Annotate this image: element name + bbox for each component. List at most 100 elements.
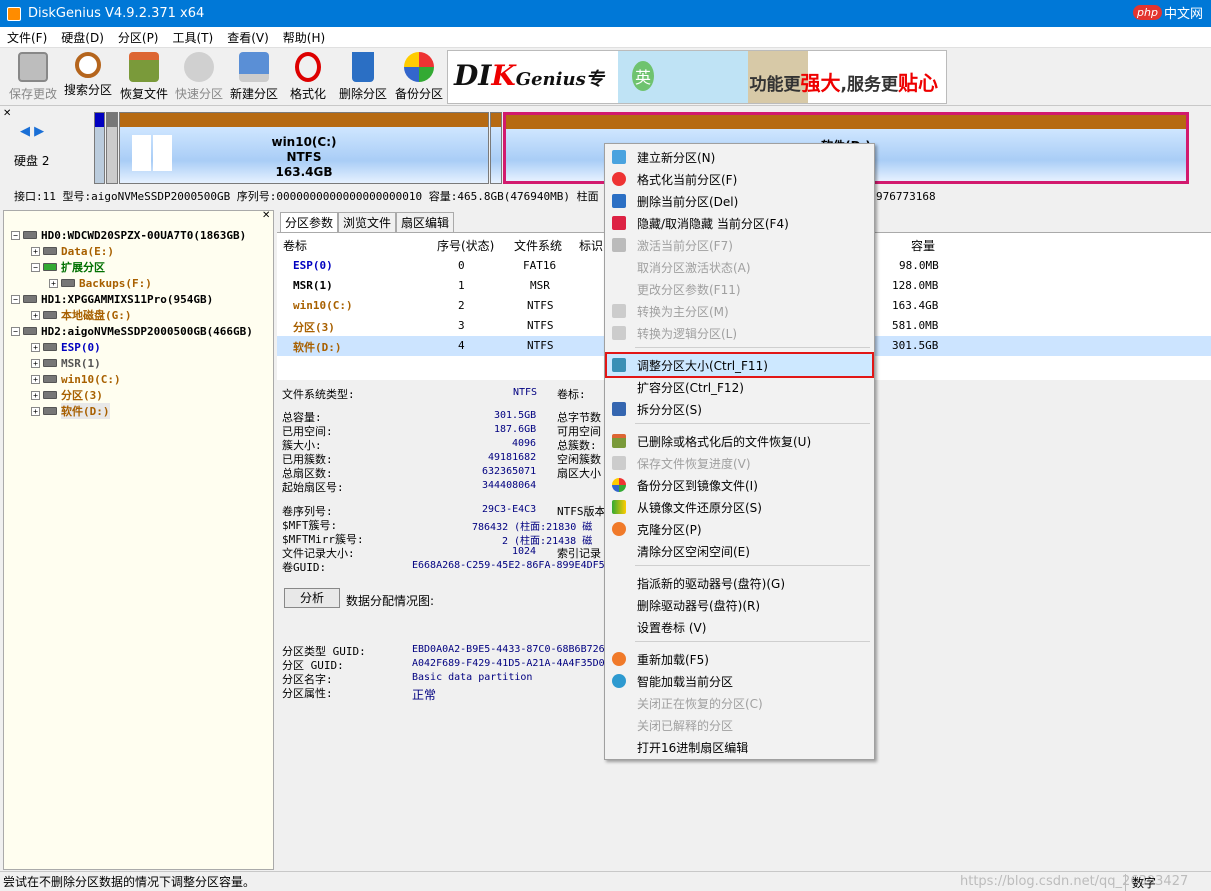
- col-header-id[interactable]: 标识: [579, 237, 603, 254]
- fs-type-value: NTFS: [513, 387, 538, 398]
- save-changes-button[interactable]: 保存更改: [8, 52, 58, 104]
- menu-item-file-recovery[interactable]: 已删除或格式化后的文件恢复(U): [607, 430, 872, 452]
- delete-partition-button[interactable]: 删除分区: [338, 52, 388, 104]
- format-icon: [295, 52, 321, 82]
- tab-sector-edit[interactable]: 扇区编辑: [396, 212, 455, 232]
- menu-item-wipe-free[interactable]: 清除分区空闲空间(E): [607, 540, 872, 562]
- fs-type-label: 文件系统类型:: [282, 388, 355, 401]
- col-header-label[interactable]: 卷标: [283, 237, 307, 254]
- recover-icon: [129, 52, 159, 82]
- convert-icon: [612, 326, 626, 340]
- search-icon: [75, 52, 101, 78]
- menu-item-format[interactable]: 格式化当前分区(F): [607, 168, 872, 190]
- partition-block-3[interactable]: [490, 112, 502, 184]
- col-header-fs[interactable]: 文件系统: [514, 237, 562, 254]
- title-bar: DiskGenius V4.9.2.371 x64 php 中文网: [0, 0, 1211, 27]
- menu-item-split[interactable]: 拆分分区(S): [607, 398, 872, 420]
- menu-item-backup-image[interactable]: 备份分区到镜像文件(I): [607, 474, 872, 496]
- menu-item-close-recovering[interactable]: 关闭正在恢复的分区(C): [607, 692, 872, 714]
- menu-item-hide[interactable]: 隐藏/取消隐藏 当前分区(F4): [607, 212, 872, 234]
- partition-block-esp[interactable]: [94, 112, 105, 184]
- tree-item-data-e[interactable]: + Data(E:): [31, 243, 114, 259]
- format-icon: [612, 172, 626, 186]
- menu-partition[interactable]: 分区(P): [111, 29, 166, 46]
- tree-item-win10-c[interactable]: + win10(C:): [31, 371, 121, 387]
- menu-item-close-interpreted[interactable]: 关闭已解释的分区: [607, 714, 872, 736]
- menu-item-resize[interactable]: 调整分区大小(Ctrl_F11): [605, 352, 874, 378]
- new-partition-icon: [612, 150, 626, 164]
- tree-item-hd0[interactable]: − HD0:WDCWD20SPZX-00UA7T0(1863GB): [11, 227, 246, 243]
- tree-item-software-d[interactable]: + 软件(D:): [31, 403, 110, 419]
- smart-load-icon: [612, 674, 626, 688]
- backup-partition-button[interactable]: 备份分区: [393, 52, 445, 104]
- tree-item-msr[interactable]: + MSR(1): [31, 355, 101, 371]
- menu-item-to-logical[interactable]: 转换为逻辑分区(L): [607, 322, 872, 344]
- menu-item-save-progress[interactable]: 保存文件恢复进度(V): [607, 452, 872, 474]
- partition-context-menu: 建立新分区(N) 格式化当前分区(F) 删除当前分区(Del) 隐藏/取消隐藏 …: [604, 143, 875, 760]
- close-icon[interactable]: ✕: [3, 108, 11, 119]
- status-text: 尝试在不删除分区数据的情况下调整分区容量。: [3, 875, 256, 889]
- menu-item-extend[interactable]: 扩容分区(Ctrl_F12): [607, 376, 872, 398]
- partition-block-c[interactable]: win10(C:) NTFS 163.4GB: [119, 112, 489, 184]
- ad-banner[interactable]: DIKGenius专 英 功能更强大,服务更贴心: [447, 50, 947, 104]
- menu-item-deactivate[interactable]: 取消分区激活状态(A): [607, 256, 872, 278]
- disk-label: 硬盘 2: [14, 154, 50, 168]
- restore-icon: [612, 500, 626, 514]
- tree-item-backups-f[interactable]: + Backups(F:): [49, 275, 152, 291]
- menu-item-hex-editor[interactable]: 打开16进制扇区编辑: [607, 736, 872, 758]
- tab-browse-files[interactable]: 浏览文件: [338, 212, 397, 232]
- menu-item-clone[interactable]: 克隆分区(P): [607, 518, 872, 540]
- disc-icon: [184, 52, 214, 82]
- data-distribution-label: 数据分配情况图:: [346, 594, 435, 608]
- tree-close-icon[interactable]: ✕: [262, 210, 270, 221]
- menu-item-to-primary[interactable]: 转换为主分区(M): [607, 300, 872, 322]
- menu-file[interactable]: 文件(F): [0, 29, 54, 46]
- banner-slogan: 功能更强大,服务更贴心: [749, 71, 938, 95]
- menu-item-change-params[interactable]: 更改分区参数(F11): [607, 278, 872, 300]
- partition-block-msr[interactable]: [106, 112, 118, 184]
- analyze-button[interactable]: 分析: [284, 588, 340, 608]
- menu-item-smart-load[interactable]: 智能加载当前分区: [607, 670, 872, 692]
- tree-item-local-g[interactable]: + 本地磁盘(G:): [31, 307, 132, 323]
- backup-icon: [404, 52, 434, 82]
- activate-icon: [612, 238, 626, 252]
- tree-item-hd1[interactable]: − HD1:XPGGAMMIXS11Pro(954GB): [11, 291, 213, 307]
- clone-icon: [612, 522, 626, 536]
- disk-nav-arrows[interactable]: ◀ ▶: [20, 124, 44, 139]
- status-bar: 尝试在不删除分区数据的情况下调整分区容量。 https://blog.csdn.…: [0, 871, 1211, 891]
- new-partition-button[interactable]: 新建分区: [228, 52, 280, 104]
- diskgenius-logo: DIKGenius专: [454, 59, 604, 92]
- menu-item-restore-image[interactable]: 从镜像文件还原分区(S): [607, 496, 872, 518]
- split-icon: [612, 402, 626, 416]
- format-button[interactable]: 格式化: [287, 52, 329, 104]
- menu-tools[interactable]: 工具(T): [166, 29, 221, 46]
- tree-item-hd2[interactable]: − HD2:aigoNVMeSSDP2000500GB(466GB): [11, 323, 253, 339]
- menu-item-activate[interactable]: 激活当前分区(F7): [607, 234, 872, 256]
- menu-view[interactable]: 查看(V): [220, 29, 276, 46]
- menu-item-reload[interactable]: 重新加载(F5): [607, 648, 872, 670]
- menu-item-set-label[interactable]: 设置卷标 (V): [607, 616, 872, 638]
- quick-partition-button[interactable]: 快速分区: [174, 52, 224, 104]
- tab-partition-params[interactable]: 分区参数: [280, 212, 339, 232]
- num-lock-indicator: 数字: [1125, 874, 1156, 891]
- tab-strip: 分区参数 浏览文件 扇区编辑: [280, 212, 455, 232]
- recover-files-button[interactable]: 恢复文件: [117, 52, 171, 104]
- menu-item-assign-letter[interactable]: 指派新的驱动器号(盘符)(G): [607, 572, 872, 594]
- col-header-size[interactable]: 容量: [911, 237, 935, 254]
- menu-item-delete[interactable]: 删除当前分区(Del): [607, 190, 872, 212]
- menu-disk[interactable]: 硬盘(D): [54, 29, 111, 46]
- save-progress-icon: [612, 456, 626, 470]
- menu-item-remove-letter[interactable]: 删除驱动器号(盘符)(R): [607, 594, 872, 616]
- tree-item-partition-3[interactable]: + 分区(3): [31, 387, 103, 403]
- trash-icon: [612, 194, 626, 208]
- partition-c-name: win10(C:): [271, 135, 337, 149]
- new-partition-icon: [239, 52, 269, 82]
- tree-item-extended[interactable]: − 扩展分区: [31, 259, 105, 275]
- tree-item-esp[interactable]: + ESP(0): [31, 339, 101, 355]
- menu-item-new-partition[interactable]: 建立新分区(N): [607, 146, 872, 168]
- menu-help[interactable]: 帮助(H): [276, 29, 332, 46]
- col-header-index[interactable]: 序号(状态): [437, 237, 494, 254]
- save-icon: [18, 52, 48, 82]
- disk-tree: ✕ − HD0:WDCWD20SPZX-00UA7T0(1863GB) + Data…: [3, 210, 274, 870]
- search-partition-button[interactable]: 搜索分区: [62, 52, 114, 104]
